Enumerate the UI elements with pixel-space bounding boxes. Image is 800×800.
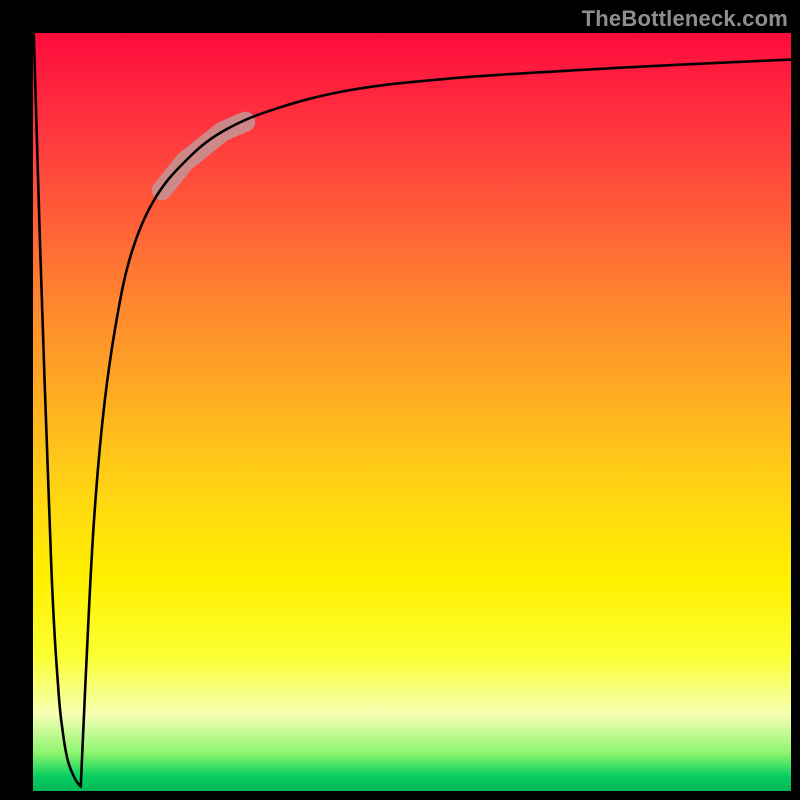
watermark-text: TheBottleneck.com <box>582 6 788 32</box>
chart-stage: TheBottleneck.com <box>0 0 800 800</box>
curve-layer <box>33 33 791 791</box>
highlight-band <box>162 122 245 190</box>
plot-area <box>33 33 791 791</box>
curve-left-spike <box>34 33 81 786</box>
